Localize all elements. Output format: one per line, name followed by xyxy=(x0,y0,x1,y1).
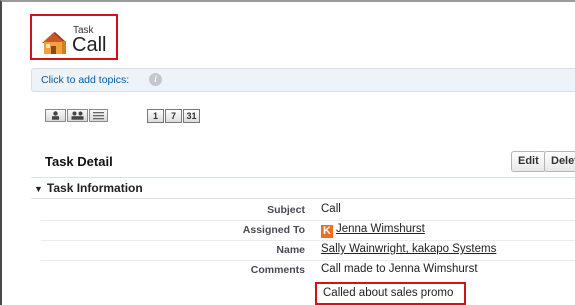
comments-second-line: Called about sales promo xyxy=(323,287,454,299)
day-view-button[interactable]: 1 xyxy=(147,109,164,123)
app-window: Task Call Click to add topics: i 1 7 31 … xyxy=(0,0,575,305)
multi-user-view-button[interactable] xyxy=(67,109,88,122)
list-icon xyxy=(93,112,104,120)
list-view-button[interactable] xyxy=(89,109,108,122)
assigned-to-label: Assigned To xyxy=(242,224,305,236)
single-user-icon xyxy=(52,111,59,120)
contact-link[interactable]: Sally Wainwright, kakapo Systems xyxy=(321,243,496,255)
task-information-title: Task Information xyxy=(46,181,143,195)
page-title: Call xyxy=(72,34,107,56)
record-header: Task Call xyxy=(30,14,118,60)
collapse-triangle-icon: ▼ xyxy=(34,184,43,194)
subject-label: Subject xyxy=(267,204,305,216)
add-topics-link[interactable]: Click to add topics: xyxy=(41,74,129,86)
single-user-view-button[interactable] xyxy=(45,109,66,122)
comments-label: Comments xyxy=(250,264,305,276)
detail-section-title: Task Detail xyxy=(45,154,113,169)
subsection-divider xyxy=(31,198,575,199)
field-row-name: Name Sally Wainwright, kakapo Systems xyxy=(31,241,575,261)
comments-highlight: Called about sales promo xyxy=(315,282,466,305)
field-row-comments: Comments Call made to Jenna Wimshurst xyxy=(31,261,575,281)
field-row-assigned-to: Assigned To K Jenna Wimshurst xyxy=(31,221,575,241)
assigned-to-value: K Jenna Wimshurst xyxy=(321,223,425,238)
name-value: Sally Wainwright, kakapo Systems xyxy=(321,243,496,255)
month-view-button[interactable]: 31 xyxy=(183,109,200,123)
topics-bar: Click to add topics: i xyxy=(31,68,575,92)
field-row-subject: Subject Call xyxy=(31,201,575,221)
view-toggle-group xyxy=(45,109,109,122)
section-divider xyxy=(31,177,575,178)
week-view-button[interactable]: 7 xyxy=(165,109,182,123)
assigned-user-link[interactable]: Jenna Wimshurst xyxy=(336,223,425,235)
subject-value: Call xyxy=(321,203,341,215)
task-information-header[interactable]: ▼ Task Information xyxy=(34,181,575,199)
info-icon[interactable]: i xyxy=(149,73,162,86)
edit-button[interactable]: Edit xyxy=(511,151,546,172)
multi-user-icon xyxy=(71,111,84,120)
calendar-view-group: 1 7 31 xyxy=(147,109,201,123)
task-house-icon xyxy=(42,32,66,54)
comments-value: Call made to Jenna Wimshurst xyxy=(321,263,478,275)
user-avatar-icon: K xyxy=(321,225,333,238)
name-label: Name xyxy=(276,244,305,256)
delete-button[interactable]: Delet xyxy=(544,151,575,172)
